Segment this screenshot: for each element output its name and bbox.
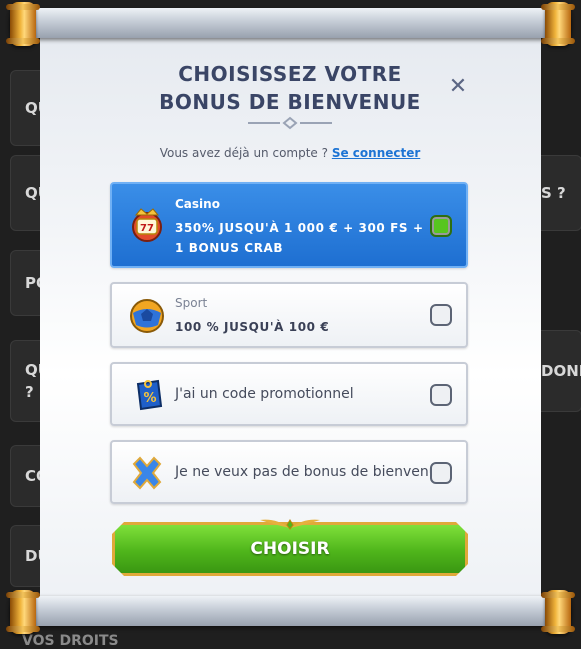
svg-text:%: %: [143, 391, 156, 406]
scroll-cap-icon: [541, 590, 575, 634]
scroll-rod-bottom: [10, 596, 571, 626]
account-prompt: Vous avez déjà un compte ? Se connecter: [110, 146, 470, 160]
option-value: 350% JUSQU'À 1 000 € + 300 FS + 1 BONUS …: [175, 221, 424, 255]
soccer-ball-icon: [130, 299, 164, 333]
bonus-option-sport[interactable]: Sport 100 % JUSQU'À 100 €: [110, 282, 468, 348]
golden-wings-icon: [260, 519, 320, 530]
slot-777-icon: 77: [132, 208, 162, 242]
svg-text:77: 77: [140, 223, 154, 234]
bonus-option-casino[interactable]: 77 Casino 350% JUSQU'À 1 000 € + 300 FS …: [110, 182, 468, 268]
scroll-cap-icon: [6, 590, 40, 634]
option-label: Casino: [175, 197, 220, 211]
scroll-cap-icon: [541, 2, 575, 46]
percent-tag-icon: %: [136, 379, 163, 411]
checkbox-unchecked[interactable]: [430, 384, 452, 406]
scroll-rod-top: [10, 8, 571, 38]
modal-title: CHOISISSEZ VOTRE BONUS DE BIENVENUE: [159, 62, 421, 114]
background-card-text: S ?: [541, 184, 566, 202]
choose-button[interactable]: CHOISIR: [112, 522, 468, 576]
scroll-cap-icon: [6, 2, 40, 46]
option-text: J'ai un code promotionnel: [175, 386, 354, 402]
option-label: Sport: [175, 296, 208, 310]
option-value: 100 % JUSQU'À 100 €: [175, 320, 330, 334]
login-link[interactable]: Se connecter: [332, 146, 420, 160]
bonus-option-no-bonus[interactable]: Je ne veux pas de bonus de bienvenue: [110, 440, 468, 504]
account-prompt-text: Vous avez déjà un compte ?: [159, 146, 328, 160]
bonus-option-promo-code[interactable]: % J'ai un code promotionnel: [110, 362, 468, 426]
divider-ornament-icon: [248, 116, 332, 130]
background-heading: VOS DROITS: [22, 633, 119, 649]
option-text: Je ne veux pas de bonus de bienvenue: [175, 464, 447, 480]
checkbox-unchecked[interactable]: [430, 304, 452, 326]
blue-x-icon: [132, 456, 162, 490]
background-card-text: DONN: [541, 362, 581, 380]
close-icon[interactable]: ✕: [446, 75, 470, 99]
checkbox-unchecked[interactable]: [430, 462, 452, 484]
checkbox-checked[interactable]: [430, 215, 452, 237]
